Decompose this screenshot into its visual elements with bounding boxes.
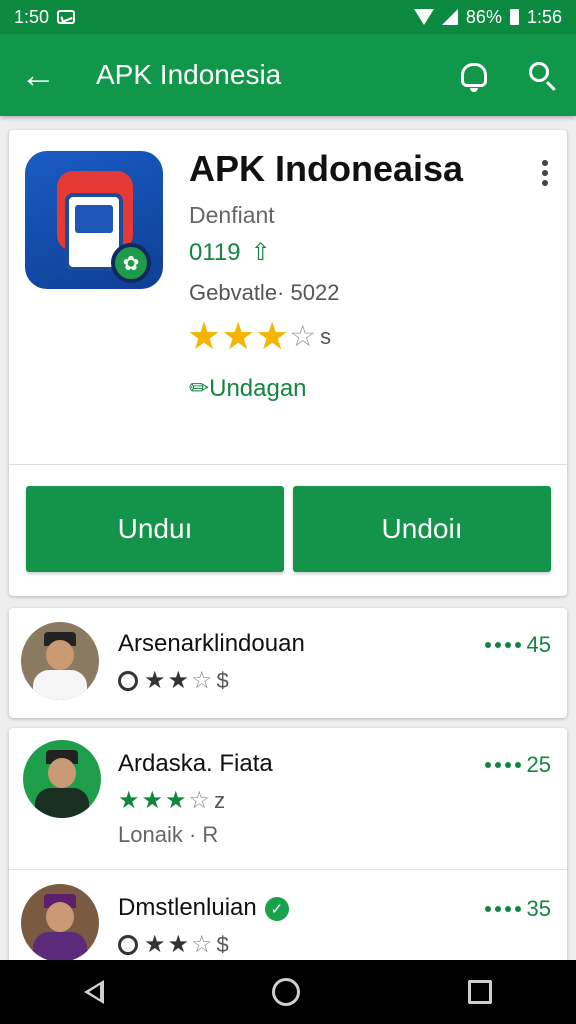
back-arrow-icon[interactable]: ← — [0, 57, 76, 93]
reviewer-name: Arsenarklindouan — [118, 630, 305, 657]
avatar — [21, 622, 99, 700]
review-rating-suffix: $ — [216, 667, 229, 693]
star-empty-icon: ☆ — [191, 931, 213, 958]
thumbs-up-icon: ⇧ — [250, 239, 271, 266]
app-download-count: 0119 ⇧ — [189, 238, 271, 267]
app-detail-card: ✿ APK Indoneaisa Denfiant 0119 ⇧ Gebvatl… — [9, 130, 567, 596]
review-rating-suffix: $ — [216, 931, 229, 957]
app-rating: ★ ★ ★ ☆ s — [187, 314, 331, 359]
battery-level: 86% — [465, 6, 502, 27]
nav-back-icon[interactable] — [84, 980, 104, 1004]
download-button-primary[interactable]: Unduı — [26, 486, 284, 572]
avatar-face — [46, 640, 74, 670]
star-filled-icon: ★ — [141, 787, 164, 814]
leaf-badge-icon: ✿ — [111, 243, 151, 283]
app-version: Gebvatle· 5022 — [189, 280, 340, 305]
reviewer-name: Dmstlenluian — [118, 894, 257, 921]
star-empty-icon: ☆ — [289, 320, 317, 353]
user-icon — [118, 934, 138, 955]
app-icon: ✿ — [25, 151, 163, 289]
star-filled-icon: ★ — [144, 931, 166, 958]
avatar-face — [48, 758, 76, 788]
review-score-value: 35 — [526, 896, 551, 921]
review-rating-suffix: z — [214, 787, 226, 813]
divider — [9, 464, 567, 465]
review-card[interactable]: Arsenarklindouan ★ ★ ☆ $ 45 — [9, 608, 567, 718]
score-dots — [484, 762, 521, 768]
nav-recents-icon[interactable] — [468, 980, 492, 1004]
app-bar: ← APK Indonesia — [0, 34, 576, 116]
avatar — [23, 740, 101, 818]
app-rating-suffix: s — [320, 323, 332, 349]
star-empty-icon: ☆ — [191, 667, 213, 694]
star-filled-icon: ★ — [144, 667, 166, 694]
review-score-value: 45 — [526, 632, 551, 657]
star-filled-icon: ★ — [167, 667, 190, 694]
app-developer[interactable]: Denfiant — [189, 202, 275, 229]
score-dots — [484, 642, 521, 648]
star-filled-icon: ★ — [187, 316, 222, 358]
avatar-body — [33, 670, 87, 700]
app-category[interactable]: ✏Undagan — [189, 374, 307, 403]
bell-icon — [461, 63, 487, 92]
avatar — [21, 884, 99, 962]
app-category-label: Undagan — [209, 375, 307, 402]
star-empty-icon: ☆ — [188, 787, 211, 814]
review-rating: ★ ★ ☆ $ — [118, 930, 229, 959]
app-name: APK Indoneaisa — [189, 148, 464, 189]
reviewer-name: Ardaska. Fiata — [118, 750, 273, 777]
star-filled-icon: ★ — [167, 931, 190, 958]
app-bar-title: APK Indonesia — [96, 59, 282, 90]
system-nav-bar — [0, 960, 576, 1024]
star-filled-icon: ★ — [221, 316, 256, 358]
status-time-right: 1:56 — [526, 6, 562, 27]
signal-icon — [441, 9, 458, 25]
review-score: 35 — [484, 896, 551, 922]
review-score: 25 — [484, 752, 551, 778]
review-rating: ★ ★ ☆ $ — [118, 666, 229, 695]
status-time-left: 1:50 — [14, 6, 50, 27]
reviewer-name-row: Dmstlenluian ✓ — [118, 894, 289, 922]
verified-check-icon: ✓ — [264, 896, 289, 921]
status-bar: 1:50 86% 1:56 — [0, 0, 576, 34]
notification-icon — [57, 10, 76, 24]
avatar-body — [35, 788, 89, 818]
star-filled-icon: ★ — [165, 787, 187, 814]
divider — [9, 869, 567, 870]
score-dots — [484, 906, 521, 912]
user-icon — [118, 670, 138, 691]
avatar-face — [46, 902, 74, 932]
battery-icon — [509, 9, 519, 25]
search-icon — [529, 62, 549, 82]
wifi-icon — [413, 9, 434, 25]
review-score-value: 25 — [526, 752, 551, 777]
more-options-icon[interactable] — [533, 158, 557, 188]
star-filled-icon: ★ — [255, 316, 290, 358]
review-subtext: Lonaik · R — [118, 822, 219, 847]
notification-button[interactable] — [440, 63, 508, 92]
app-count-value: 0119 — [189, 238, 241, 266]
app-icon-screen — [75, 205, 113, 233]
download-button-secondary[interactable]: Undoiı — [293, 486, 551, 572]
nav-home-icon[interactable] — [272, 978, 300, 1006]
review-card[interactable]: Ardaska. Fiata ★ ★ ★ ☆ z Lonaik · R 25 D… — [9, 728, 567, 968]
star-filled-icon: ★ — [118, 787, 140, 814]
review-rating: ★ ★ ★ ☆ z — [118, 786, 225, 815]
search-button[interactable] — [508, 62, 576, 82]
avatar-body — [33, 932, 87, 962]
review-score: 45 — [484, 632, 551, 658]
